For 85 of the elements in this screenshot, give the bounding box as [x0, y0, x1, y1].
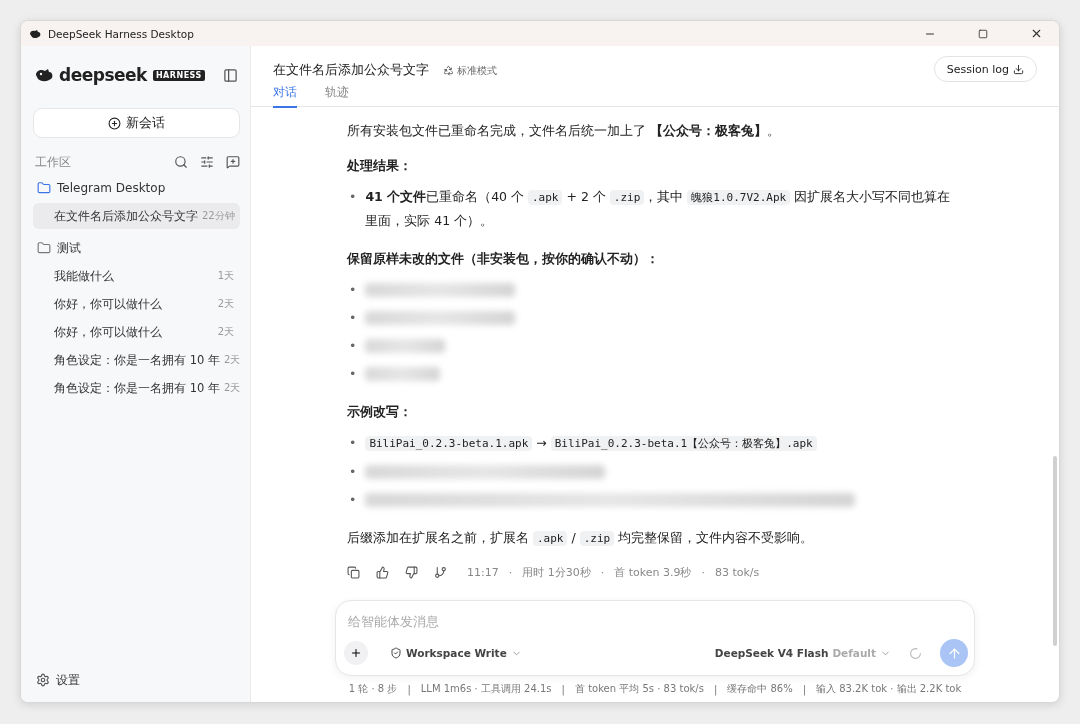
chat-title: 角色设定：你是一名拥有 10 年 [54, 380, 220, 396]
list-item: 41 个文件已重命名（40 个 .apk + 2 个 .zip ，其中 魄狼1.0.7V2.Apk 因扩展名大小写不同也算在里面，实际 41 个）。 [365, 188, 952, 230]
copy-icon[interactable] [347, 565, 360, 579]
plus-icon [350, 646, 362, 660]
plus-circle-icon [108, 116, 121, 130]
chat-time: 2天 [223, 381, 241, 395]
paragraph: 后缀添加在扩展名之前，扩展名 .apk / .zip 均完整保留，文件内容不受影响。 [347, 529, 815, 548]
bullet: • [348, 365, 357, 383]
loading-icon [909, 646, 922, 660]
whale-logo-icon [35, 68, 53, 82]
new-chat-icon[interactable] [226, 155, 240, 169]
chat-time: 1天 [217, 269, 234, 283]
tab[interactable]: 对话 [273, 85, 297, 108]
maximize-icon[interactable] [978, 28, 988, 39]
scrollbar[interactable] [1053, 456, 1057, 646]
message-stat: · [508, 565, 513, 579]
status-stat: 输入 83.2K tok · 输出 2.2K tok [816, 682, 962, 696]
bullet: • [348, 281, 357, 299]
download-icon [1013, 63, 1024, 75]
chat-time: 2天 [217, 297, 234, 311]
chat-title: 我能做什么 [54, 268, 115, 284]
message-stat: · [701, 565, 705, 579]
settings-link[interactable]: 设置 [56, 671, 80, 689]
settings-icon[interactable] [36, 673, 50, 687]
tab[interactable]: 轨迹 [325, 85, 349, 108]
shield-icon [390, 647, 402, 659]
chat-title: 角色设定：你是一名拥有 10 年 [54, 352, 220, 368]
chat-time: 2天 [217, 325, 234, 339]
permission-dropdown[interactable]: Workspace Write [390, 647, 522, 659]
list-item: BiliPai_0.2.3-beta.1.apk → BiliPai_0.2.3-beta.1【公众号：极客兔】.apk [365, 431, 963, 455]
status-stat: 1 轮 · 8 步 [348, 682, 398, 696]
bullet: • [348, 491, 357, 509]
message-stat: 首 token 3.9秒 [614, 564, 692, 580]
section-heading: 保留原样未改的文件（非安装包，按你的确认不动）： [347, 250, 660, 268]
status-stat: LLM 1m6s · 工具调用 24.1s [420, 682, 552, 696]
thumbs-down-icon[interactable] [405, 565, 418, 579]
chat-item[interactable]: 你好，你可以做什么 2天 [33, 291, 240, 317]
status-stat: | [713, 683, 718, 695]
message-stat: · [600, 565, 605, 579]
sidebar-toggle-icon[interactable] [223, 67, 238, 83]
message-stat: 11:17 [467, 565, 499, 579]
folder-name[interactable]: 测试 [57, 239, 81, 257]
section-heading: 示例改写： [347, 403, 413, 421]
status-stat: 首 token 平均 5s · 83 tok/s [574, 682, 704, 696]
message-stat: 用时 1分30秒 [522, 564, 591, 580]
search-icon[interactable] [174, 155, 188, 169]
chat-item[interactable]: 我能做什么 1天 [33, 263, 240, 289]
chat-item[interactable]: 你好，你可以做什么 2天 [33, 319, 240, 345]
section-label: 工作区 [34, 153, 72, 171]
bullet: • [348, 337, 357, 355]
chat-item[interactable]: 角色设定：你是一名拥有 10 年 2天 [33, 347, 240, 373]
chat-header-title: 在文件名后添加公众号文字 [273, 62, 429, 79]
attach-button[interactable] [344, 641, 368, 665]
folder-name[interactable]: Telegram Desktop [57, 181, 166, 195]
message-stat: 83 tok/s [714, 565, 760, 579]
chat-title: 你好，你可以做什么 [54, 296, 163, 312]
status-stat: | [561, 683, 565, 695]
recycle-icon [443, 65, 454, 76]
status-stat: 缓存命中 86% [727, 682, 793, 696]
status-stat: | [802, 683, 807, 695]
session-log-button[interactable]: Session log [933, 56, 1037, 82]
bullet: • [348, 434, 357, 452]
new-chat-button[interactable]: 新会话 [33, 108, 240, 138]
chat-time: 2天 [223, 353, 241, 367]
bullet: • [348, 463, 357, 481]
section-heading: 处理结果： [347, 157, 413, 175]
bullet: • [348, 188, 357, 206]
bullet: • [348, 309, 357, 327]
harness-badge: HARNESS [152, 69, 205, 81]
chat-title: 在文件名后添加公众号文字 [54, 208, 198, 224]
logo-text: deepseek [59, 65, 147, 85]
chat-item[interactable]: 在文件名后添加公众号文字 22分钟 [33, 203, 240, 229]
whale-icon [29, 28, 41, 39]
paragraph: 所有安装包文件已重命名完成，文件名后统一加上了 【公众号：极客兔】。 [347, 122, 781, 140]
window-title: DeepSeek Harness Desktop [48, 27, 195, 40]
message-composer[interactable]: 给智能体发消息 Workspace Write DeepSeek V4 Flash Default [335, 600, 975, 676]
chat-title: 你好，你可以做什么 [54, 324, 163, 340]
mode-label: 标准模式 [457, 63, 497, 78]
branch-icon[interactable] [434, 565, 447, 579]
chat-item[interactable]: 角色设定：你是一名拥有 10 年 2天 [33, 375, 240, 401]
chat-time: 22分钟 [202, 209, 235, 223]
thumbs-up-icon[interactable] [376, 565, 389, 579]
sliders-icon[interactable] [200, 155, 214, 169]
model-dropdown[interactable]: DeepSeek V4 Flash Default [714, 647, 891, 659]
status-stat: | [407, 683, 411, 695]
